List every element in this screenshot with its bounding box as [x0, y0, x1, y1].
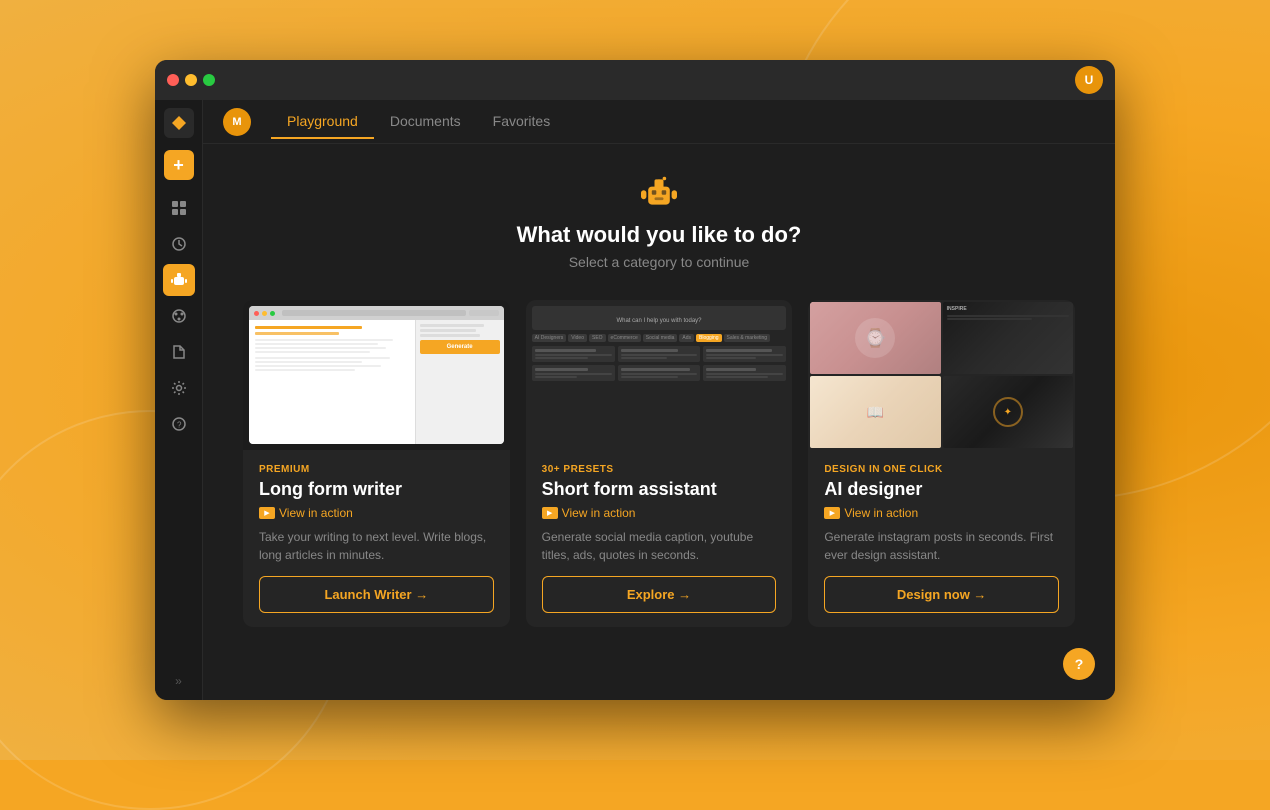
sidebar-item-help[interactable]: ?: [163, 408, 195, 440]
title-bar: U: [155, 60, 1115, 100]
tab-favorites[interactable]: Favorites: [477, 105, 567, 139]
card-shortform-body: 30+ PRESETS Short form assistant ▶ View …: [526, 450, 793, 627]
tab-documents[interactable]: Documents: [374, 105, 477, 139]
hero-title: What would you like to do?: [243, 222, 1075, 248]
browser-window: U +: [155, 60, 1115, 700]
nav-user-avatar[interactable]: M: [223, 108, 251, 136]
traffic-lights: [167, 74, 215, 86]
card-writer-video-link[interactable]: ▶ View in action: [259, 506, 494, 520]
card-shortform-image: What can I help you with today? AI Desig…: [526, 300, 793, 450]
explore-button[interactable]: Explore →: [542, 576, 777, 613]
app-logo: [164, 108, 194, 138]
card-ai-designer[interactable]: ⌚ INSPIRE 📖: [808, 300, 1075, 627]
card-writer-title: Long form writer: [259, 479, 494, 500]
card-writer-desc: Take your writing to next level. Write b…: [259, 528, 494, 564]
collapse-button[interactable]: »: [171, 670, 186, 692]
top-nav: M Playground Documents Favorites: [203, 100, 1115, 144]
card-designer-video-link[interactable]: ▶ View in action: [824, 506, 1059, 520]
design-now-button[interactable]: Design now →: [824, 576, 1059, 613]
help-button[interactable]: ?: [1063, 648, 1095, 680]
card-shortform-badge: 30+ PRESETS: [542, 464, 777, 475]
minimize-button[interactable]: [185, 74, 197, 86]
hero-section: What would you like to do? Select a cate…: [243, 174, 1075, 270]
sidebar-bottom: »: [171, 670, 186, 692]
hero-subtitle: Select a category to continue: [243, 254, 1075, 270]
sidebar-item-settings[interactable]: [163, 372, 195, 404]
card-shortform-desc: Generate social media caption, youtube t…: [542, 528, 777, 564]
card-shortform-video-link[interactable]: ▶ View in action: [542, 506, 777, 520]
card-designer-body: Design in one click AI designer ▶ View i…: [808, 450, 1075, 627]
sidebar-item-palette[interactable]: [163, 300, 195, 332]
card-writer-badge: Premium: [259, 464, 494, 475]
titlebar-user-avatar[interactable]: U: [1075, 66, 1103, 94]
card-writer-body: Premium Long form writer ▶ View in actio…: [243, 450, 510, 627]
card-designer-image: ⌚ INSPIRE 📖: [808, 300, 1075, 450]
nav-tabs: Playground Documents Favorites: [271, 105, 566, 139]
maximize-button[interactable]: [203, 74, 215, 86]
robot-icon: [641, 174, 677, 210]
logo-icon: [171, 115, 187, 131]
card-designer-desc: Generate instagram posts in seconds. Fir…: [824, 528, 1059, 564]
sidebar-item-grid[interactable]: [163, 192, 195, 224]
main-area: M Playground Documents Favorites: [203, 100, 1115, 700]
sidebar-item-history[interactable]: [163, 228, 195, 260]
content-area: What would you like to do? Select a cate…: [203, 144, 1115, 700]
sidebar-item-files[interactable]: [163, 336, 195, 368]
tab-playground[interactable]: Playground: [271, 105, 374, 139]
card-short-form[interactable]: What can I help you with today? AI Desig…: [526, 300, 793, 627]
card-shortform-title: Short form assistant: [542, 479, 777, 500]
sidebar-narrow: +: [155, 100, 203, 700]
card-long-form-writer[interactable]: Generate Premium Long form writer: [243, 300, 510, 627]
card-designer-badge: Design in one click: [824, 464, 1059, 475]
close-button[interactable]: [167, 74, 179, 86]
card-designer-title: AI designer: [824, 479, 1059, 500]
cards-grid: Generate Premium Long form writer: [243, 300, 1075, 627]
svg-text:?: ?: [177, 421, 182, 430]
video-camera-icon: ▶: [259, 507, 275, 519]
app-layout: +: [155, 100, 1115, 700]
video-camera-icon-3: ▶: [824, 507, 840, 519]
add-button[interactable]: +: [164, 150, 194, 180]
card-writer-image: Generate: [243, 300, 510, 450]
sidebar-item-robot[interactable]: [163, 264, 195, 296]
video-camera-icon-2: ▶: [542, 507, 558, 519]
launch-writer-button[interactable]: Launch Writer →: [259, 576, 494, 613]
